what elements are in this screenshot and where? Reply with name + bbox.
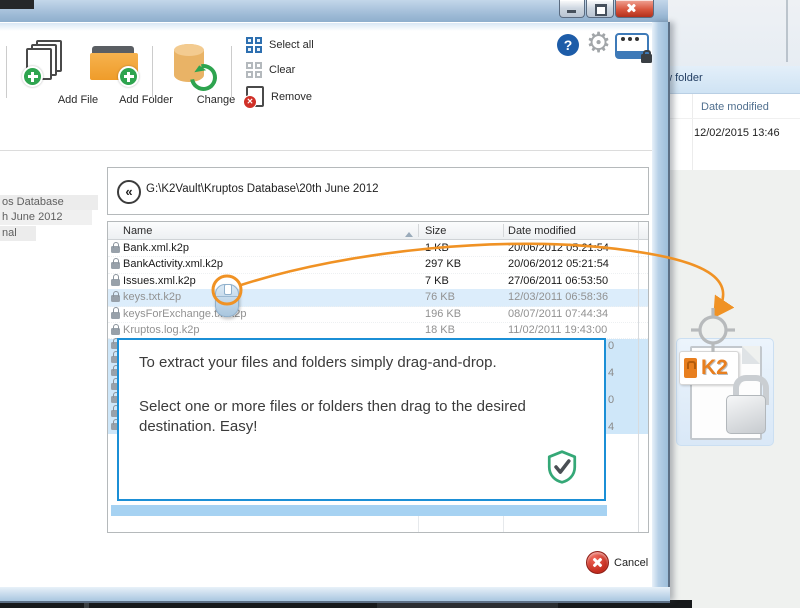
clear-label: Clear [269,64,295,76]
lock-icon [111,312,120,319]
k2-badge-text: K2 [701,356,728,380]
close-button[interactable] [615,0,654,18]
drag-drop-tooltip: To extract your files and folders simply… [117,338,606,501]
master-password-icon[interactable] [615,33,649,59]
add-plus-icon [22,66,43,87]
column-header-name[interactable]: Name [123,225,152,237]
lock-icon [111,279,120,286]
cancel-button[interactable]: Cancel [586,551,648,574]
window-frame-bottom [0,587,670,603]
screen: ew folder Date modified 12/02/2015 13:46… [0,0,800,608]
change-button[interactable]: Change [166,40,216,106]
toolbar-divider [0,150,652,151]
column-header-size[interactable]: Size [425,225,446,237]
window-controls [558,0,654,18]
explorer-column-separator [692,94,693,170]
toolbar-separator [231,46,232,98]
lock-icon [111,246,120,253]
cancel-label: Cancel [614,557,648,569]
explorer-window-edge [786,0,788,62]
select-all-button[interactable]: Select all [246,37,314,53]
shield-check-icon [545,450,579,484]
drag-mouse-cursor-icon [215,284,239,317]
column-header-date[interactable]: Date modified [508,225,576,237]
table-header: Name Size Date modified [108,222,648,240]
add-plus-icon [118,66,139,87]
clear-button[interactable]: Clear [246,62,295,78]
maximize-icon [595,4,607,16]
file-row[interactable]: Bank.xml.k2p 1 KB 20/06/2012 05:21:54 [108,240,648,257]
breadcrumb-path: G:\K2Vault\Kruptos Database\20th June 20… [146,183,379,195]
sidebar-item-june-2012[interactable]: h June 2012 [0,210,92,225]
file-row[interactable]: Issues.xml.k2p 7 KB 27/06/2011 06:53:50 [108,273,648,290]
k2-badge-lock-icon [684,358,697,378]
scrollbar-track[interactable] [638,222,639,532]
back-button[interactable]: « [117,180,141,204]
sidebar-item-database[interactable]: os Database [0,195,98,210]
remove-label: Remove [271,91,312,103]
toolbar-separator [152,46,153,98]
change-label: Change [191,94,241,106]
window-frame-right [652,22,670,601]
minimize-button[interactable] [559,0,585,18]
explorer-header-underline [656,118,800,119]
file-row[interactable]: Kruptos.log.k2p 18 KB 11/02/2011 19:43:0… [108,322,648,339]
clear-grid-icon [246,62,262,78]
k2-logo-badge: K2 [679,351,739,385]
k2-document-fold [742,346,760,364]
horizontal-selection-bar [111,505,607,516]
file-row-selected[interactable]: keys.txt.k2p 76 KB 12/03/2011 06:58:36 [108,289,648,306]
lock-icon [111,328,120,335]
explorer-date-modified-header[interactable]: Date modified [701,101,769,113]
settings-gear-icon[interactable]: ⚙ [586,28,611,58]
select-all-grid-icon [246,37,262,53]
lock-icon [111,295,120,302]
explorer-date-value: 12/02/2015 13:46 [694,127,780,139]
file-row[interactable]: BankActivity.xml.k2p 297 KB 20/06/2012 0… [108,256,648,273]
toolbar-separator [6,46,7,98]
remove-x-icon: ✕ [243,95,257,109]
cancel-x-icon [586,551,609,574]
remove-button[interactable]: ✕ Remove [246,86,312,107]
lock-icon [111,262,120,269]
background-window-corner [0,0,34,9]
lock-icon [641,54,652,63]
help-icon[interactable]: ? [557,34,579,56]
select-all-label: Select all [269,39,314,51]
breadcrumb: « G:\K2Vault\Kruptos Database\20th June … [107,167,649,215]
file-row[interactable]: keysForExchange.txt.k2p 196 KB 08/07/201… [108,306,648,323]
sort-ascending-icon [405,228,413,237]
add-folder-button[interactable]: Add Folder [84,40,146,106]
remove-file-icon: ✕ [246,86,264,107]
add-file-button[interactable]: Add File [18,40,78,106]
minimize-icon [567,10,576,13]
maximize-button[interactable] [586,0,614,18]
sidebar-item-personal[interactable]: nal [0,226,36,241]
toolbar-gradient [0,23,652,31]
k2-padlock-body-icon [726,395,766,434]
desktop-background [656,0,800,66]
tooltip-line-1: To extract your files and folders simply… [139,353,569,373]
tooltip-line-2: Select one or more files or folders then… [139,397,569,437]
